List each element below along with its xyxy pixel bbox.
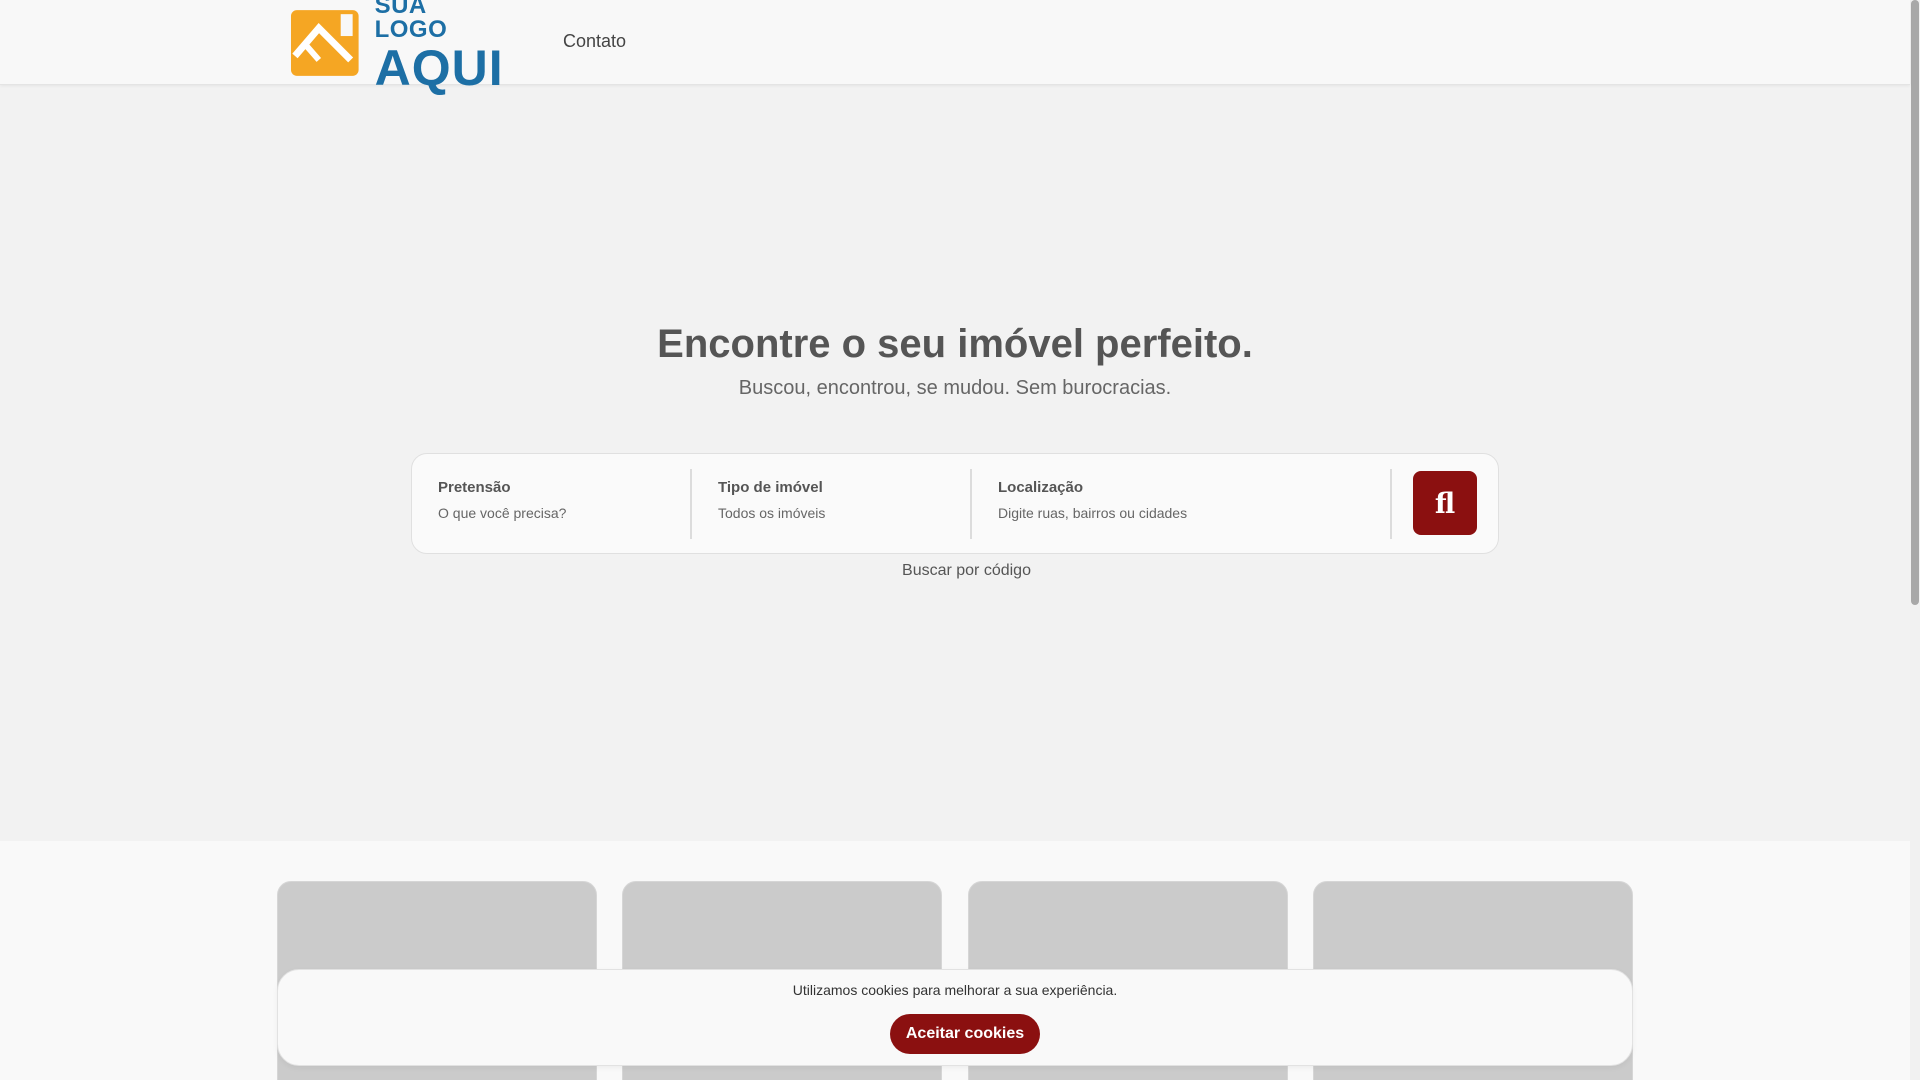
pretensao-field[interactable]: Pretensão O que você precisa? — [412, 469, 692, 539]
search-button[interactable]: fl — [1413, 471, 1477, 535]
hero-title: Encontre o seu imóvel perfeito. — [657, 322, 1253, 366]
site-header: SUA LOGO AQUI Contato — [0, 0, 1910, 93]
page-scrollbar[interactable] — [1910, 0, 1920, 1080]
pretensao-label: Pretensão — [438, 479, 511, 496]
pretensao-value: O que você precisa? — [438, 505, 567, 521]
tipo-imovel-value: Todos os imóveis — [718, 505, 826, 521]
tipo-imovel-label: Tipo de imóvel — [718, 479, 823, 496]
logo-wordmark: SUA LOGO AQUI — [375, 0, 505, 93]
scrollbar-thumb[interactable] — [1911, 0, 1919, 605]
cookie-message: Utilizamos cookies para melhorar a sua e… — [792, 982, 1118, 998]
logo-line-1: SUA LOGO — [374, 0, 448, 43]
search-bar: Pretensão O que você precisa? Tipo de im… — [411, 453, 1499, 554]
site-logo[interactable]: SUA LOGO AQUI — [289, 0, 505, 93]
tipo-imovel-field[interactable]: Tipo de imóvel Todos os imóveis — [692, 469, 972, 539]
hero-subtitle: Buscou, encontrou, se mudou. Sem burocra… — [738, 377, 1172, 399]
hero-section: Encontre o seu imóvel perfeito. Buscou, … — [0, 85, 1910, 841]
accept-cookies-button[interactable]: Aceitar cookies — [890, 1014, 1040, 1054]
search-icon: fl — [1434, 486, 1456, 520]
localizacao-value: Digite ruas, bairros ou cidades — [998, 505, 1188, 521]
nav-link-contato[interactable]: Contato — [563, 31, 626, 52]
localizacao-field[interactable]: Localização Digite ruas, bairros ou cida… — [972, 469, 1392, 539]
search-by-code-link[interactable]: Buscar por código — [0, 562, 1920, 580]
logo-line-2: AQUI — [374, 39, 504, 96]
house-roof-icon — [290, 10, 359, 76]
localizacao-label: Localização — [998, 479, 1084, 496]
cookie-banner: Utilizamos cookies para melhorar a sua e… — [277, 969, 1633, 1066]
